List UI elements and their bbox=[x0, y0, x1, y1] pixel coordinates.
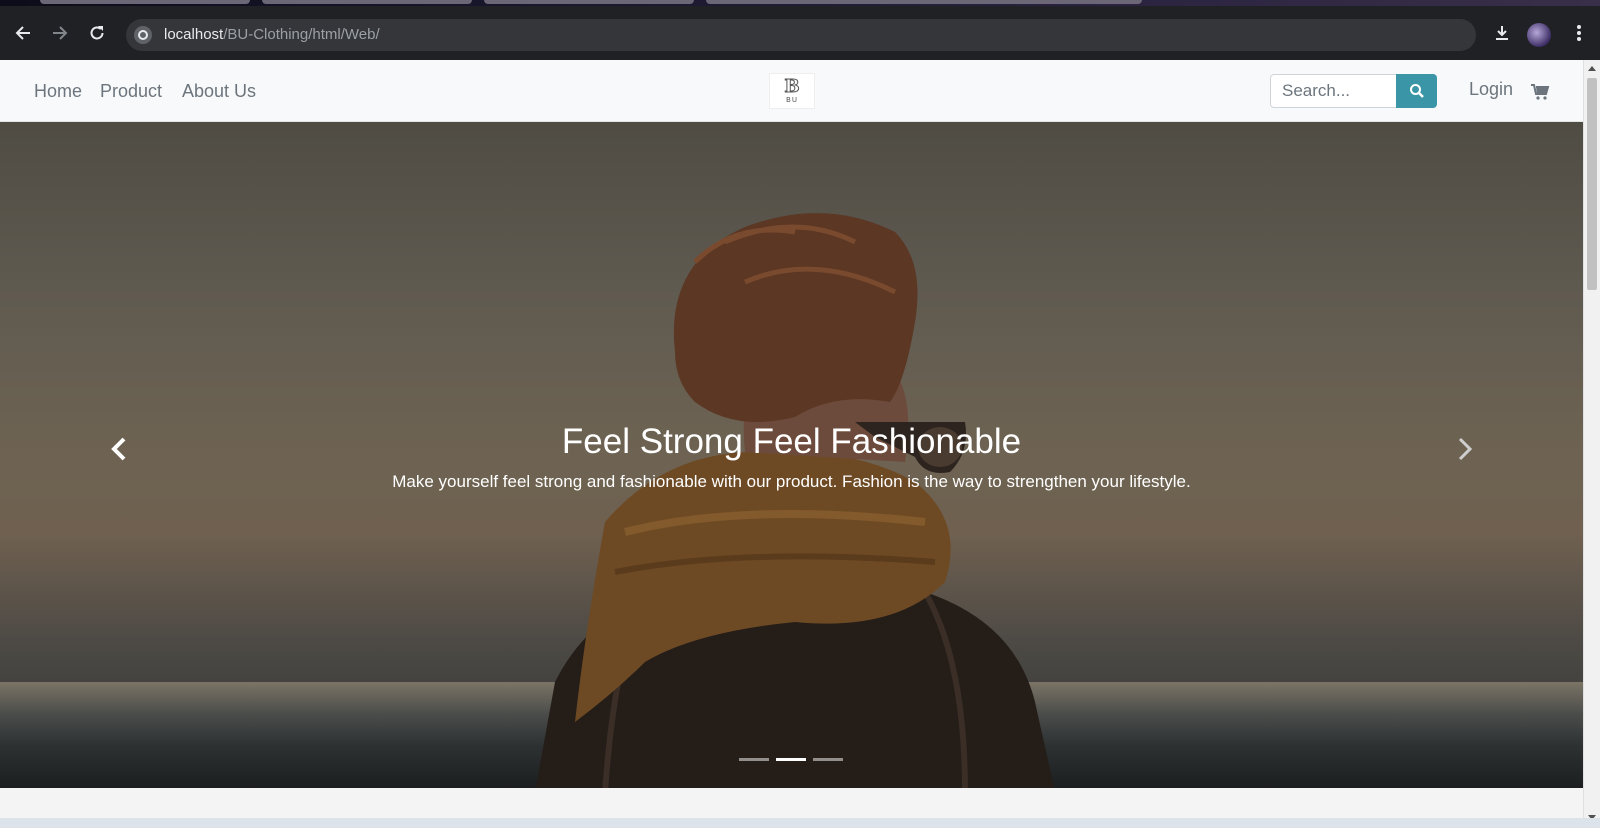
hero-carousel: Feel Strong Feel Fashionable Make yourse… bbox=[0, 122, 1583, 788]
carousel-indicators bbox=[739, 758, 843, 761]
menu-dots-icon[interactable] bbox=[1566, 20, 1592, 46]
download-icon[interactable] bbox=[1489, 20, 1515, 46]
reload-icon[interactable] bbox=[84, 20, 110, 46]
hero-text: Make yourself feel strong and fashionabl… bbox=[392, 472, 1191, 491]
carousel-indicator[interactable] bbox=[813, 758, 843, 761]
avatar[interactable] bbox=[1527, 23, 1551, 47]
nav-link-product[interactable]: Product bbox=[100, 81, 162, 102]
hero-image-figure bbox=[535, 213, 1055, 788]
browser-toolbar: localhost/BU-Clothing/html/Web/ bbox=[0, 6, 1600, 60]
url-path: /BU-Clothing/html/Web/ bbox=[223, 26, 380, 43]
browser-tab[interactable] bbox=[706, 0, 1142, 4]
os-taskbar bbox=[0, 818, 1600, 828]
cart-icon[interactable] bbox=[1530, 82, 1550, 102]
page-scrollbar[interactable] bbox=[1583, 60, 1600, 828]
logo-subtext: BU bbox=[786, 95, 798, 104]
nav-link-home[interactable]: Home bbox=[34, 81, 82, 102]
login-link[interactable]: Login bbox=[1469, 79, 1513, 100]
site-info-icon[interactable] bbox=[134, 26, 152, 44]
nav-link-about-us[interactable]: About Us bbox=[182, 81, 256, 102]
url-text[interactable]: localhost/BU-Clothing/html/Web/ bbox=[164, 26, 380, 43]
url-host: localhost bbox=[164, 26, 224, 43]
browser-tab[interactable] bbox=[40, 0, 250, 4]
logo-letter: B bbox=[784, 75, 800, 97]
address-bar[interactable]: localhost/BU-Clothing/html/Web/ bbox=[126, 19, 1476, 51]
hero-title: Feel Strong Feel Fashionable bbox=[561, 422, 1022, 461]
scrollbar-thumb[interactable] bbox=[1587, 78, 1597, 290]
site-logo[interactable]: B BU bbox=[769, 73, 815, 109]
browser-tab[interactable] bbox=[484, 0, 694, 4]
forward-arrow-icon[interactable] bbox=[47, 20, 73, 46]
search-input[interactable] bbox=[1270, 74, 1397, 108]
carousel-indicator-active[interactable] bbox=[776, 758, 806, 761]
back-arrow-icon[interactable] bbox=[10, 20, 36, 46]
search-button[interactable] bbox=[1396, 74, 1437, 108]
browser-tab[interactable] bbox=[262, 0, 472, 4]
scroll-up-arrow-icon[interactable] bbox=[1588, 66, 1596, 71]
carousel-indicator[interactable] bbox=[739, 758, 769, 761]
search-icon bbox=[1409, 84, 1424, 98]
